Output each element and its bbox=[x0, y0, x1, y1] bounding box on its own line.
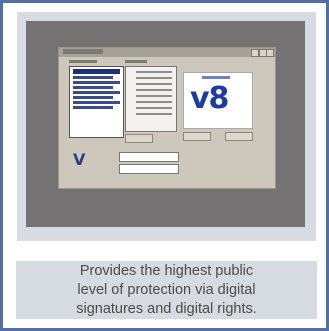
minimize-button[interactable] bbox=[251, 49, 259, 57]
list-item[interactable] bbox=[73, 76, 113, 79]
logo-header bbox=[202, 76, 230, 79]
window-title-bar[interactable] bbox=[59, 48, 275, 57]
bottom-panel: V bbox=[69, 144, 265, 180]
caption-line: Provides the highest public bbox=[79, 263, 254, 279]
panel-button[interactable] bbox=[225, 132, 253, 141]
list-item[interactable] bbox=[73, 91, 120, 94]
tree-view[interactable] bbox=[125, 66, 177, 132]
item-list[interactable] bbox=[69, 66, 124, 138]
v8-logo: v8 bbox=[190, 81, 229, 116]
caption-line: signatures and digital rights. bbox=[76, 301, 257, 317]
tree-item[interactable] bbox=[136, 101, 172, 103]
application-window: v8 V bbox=[58, 47, 276, 189]
list-item[interactable] bbox=[73, 81, 120, 84]
tree-item[interactable] bbox=[136, 77, 172, 79]
tree-item[interactable] bbox=[136, 113, 172, 115]
product-logo-panel: v8 bbox=[183, 72, 253, 129]
desktop-background: v8 V bbox=[26, 21, 305, 227]
list-item[interactable] bbox=[73, 86, 113, 89]
list-label bbox=[69, 60, 97, 63]
feature-caption: Provides the highest public level of pro… bbox=[16, 261, 317, 319]
list-item[interactable] bbox=[73, 106, 113, 109]
tree-item[interactable] bbox=[136, 107, 172, 109]
feature-card: v8 V Provides the highest public level o… bbox=[0, 0, 329, 331]
brand-mark-icon: V bbox=[73, 150, 86, 169]
tree-label bbox=[125, 60, 147, 63]
list-item[interactable] bbox=[73, 96, 113, 99]
tree-item[interactable] bbox=[136, 95, 172, 97]
input-field[interactable] bbox=[119, 164, 179, 174]
list-item-selected[interactable] bbox=[73, 69, 120, 74]
window-title bbox=[63, 49, 103, 54]
panel-button[interactable] bbox=[125, 134, 153, 143]
close-button[interactable] bbox=[266, 49, 274, 57]
caption-line: level of protection via digital bbox=[77, 282, 256, 298]
tree-item[interactable] bbox=[136, 71, 172, 73]
list-item[interactable] bbox=[73, 101, 120, 104]
input-field[interactable] bbox=[119, 152, 179, 162]
tree-item[interactable] bbox=[136, 89, 172, 91]
tree-item[interactable] bbox=[136, 83, 172, 85]
screenshot-frame: v8 V bbox=[17, 12, 316, 241]
panel-button[interactable] bbox=[183, 132, 211, 141]
